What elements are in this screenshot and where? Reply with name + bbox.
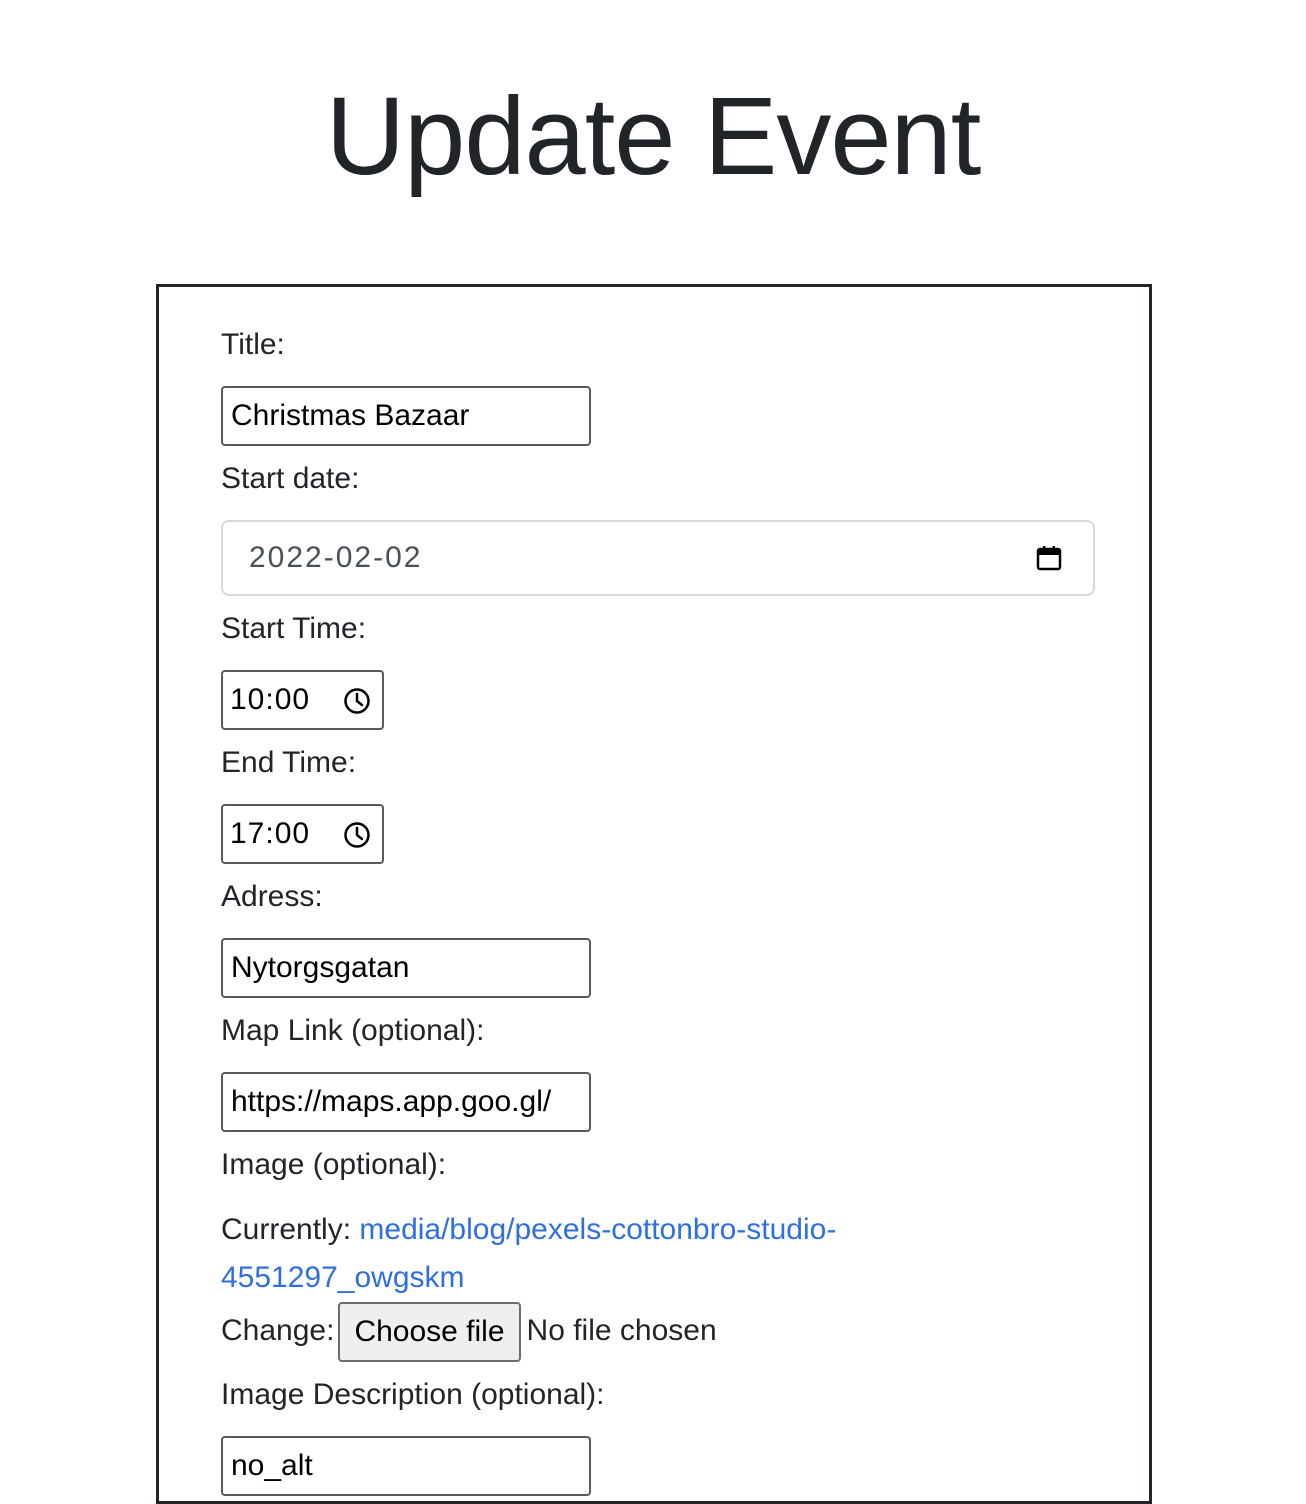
- start-time-value: 10:00: [230, 683, 311, 716]
- end-time-label: End Time:: [221, 746, 357, 779]
- map-link-input-value: https://maps.app.goo.gl/: [231, 1085, 552, 1118]
- map-link-label: Map Link (optional):: [221, 1014, 485, 1047]
- page-title: Update Event: [325, 75, 982, 198]
- image-label: Image (optional):: [221, 1148, 447, 1181]
- choose-file-button[interactable]: Choose file: [338, 1302, 521, 1363]
- clock-icon[interactable]: [342, 686, 372, 716]
- calendar-icon[interactable]: [1035, 544, 1063, 572]
- title-label: Title:: [221, 328, 285, 361]
- start-date-value: 2022-02-02: [249, 541, 423, 574]
- image-description-input[interactable]: no_alt: [221, 1436, 591, 1496]
- image-description-value: no_alt: [231, 1449, 313, 1482]
- currently-label: Currently:: [221, 1213, 352, 1246]
- address-input[interactable]: Nytorgsgatan: [221, 938, 591, 998]
- image-description-label: Image Description (optional):: [221, 1378, 605, 1411]
- start-date-input[interactable]: 2022-02-02: [221, 520, 1095, 596]
- map-link-input[interactable]: https://maps.app.goo.gl/: [221, 1072, 591, 1132]
- end-time-input[interactable]: 17:00: [221, 804, 384, 864]
- title-input[interactable]: Christmas Bazaar: [221, 386, 591, 446]
- current-image-line: Currently: media/blog/pexels-cottonbro-s…: [221, 1206, 981, 1302]
- start-time-input[interactable]: 10:00: [221, 670, 384, 730]
- no-file-chosen-text: No file chosen: [526, 1314, 717, 1347]
- address-input-value: Nytorgsgatan: [231, 951, 410, 984]
- event-form: Title: Christmas Bazaar Start date: 2022…: [156, 284, 1152, 1504]
- change-label: Change:: [221, 1314, 335, 1347]
- change-image-line: Change: Choose file No file chosen: [221, 1301, 717, 1363]
- address-label: Adress:: [221, 880, 323, 913]
- title-input-value: Christmas Bazaar: [231, 399, 470, 432]
- clock-icon[interactable]: [342, 820, 372, 850]
- start-time-label: Start Time:: [221, 612, 367, 645]
- start-date-label: Start date:: [221, 462, 360, 495]
- end-time-value: 17:00: [230, 817, 311, 850]
